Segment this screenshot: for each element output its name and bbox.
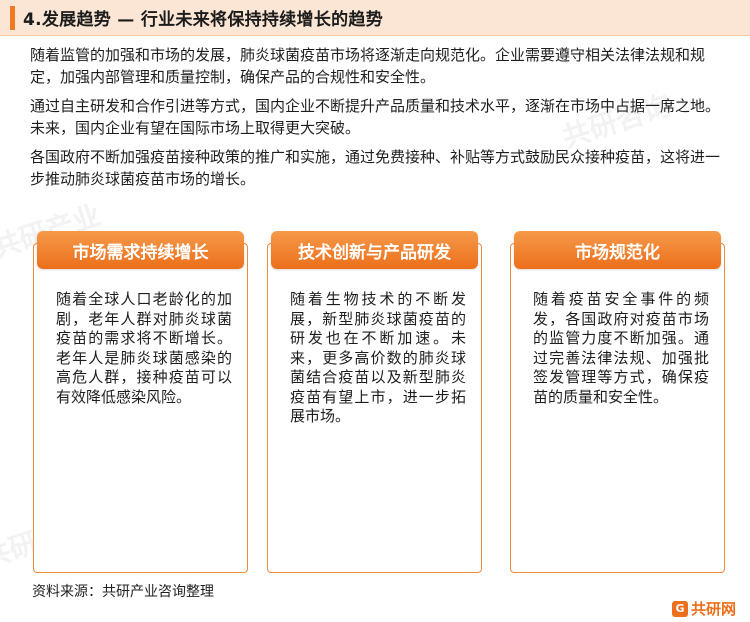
intro-paragraph: 通过自主研发和合作引进等方式，国内企业不断提升产品质量和技术水平，逐渐在市场中占… bbox=[30, 97, 721, 137]
section-header: 4.发展趋势 — 行业未来将保持持续增长的趋势 bbox=[0, 0, 750, 36]
card-body: 随着疫苗安全事件的频发，各国政府对疫苗市场的监管力度不断加强。通过完善法律法规、… bbox=[533, 290, 709, 406]
brand-logo: G 共研网 bbox=[671, 598, 736, 619]
logo-icon: G bbox=[671, 600, 688, 617]
card-title: 技术创新与产品研发 bbox=[271, 231, 478, 269]
logo-text: 共研网 bbox=[690, 600, 736, 618]
header-accent-bar bbox=[10, 5, 15, 30]
card-body: 随着全球人口老龄化的加剧，老年人群对肺炎球菌疫苗的需求将不断增长。老年人是肺炎球… bbox=[56, 290, 232, 406]
card-body: 随着生物技术的不断发展，新型肺炎球菌疫苗的研发也在不断加速。未来，更多高价数的肺… bbox=[290, 290, 466, 425]
card-title: 市场规范化 bbox=[514, 231, 721, 269]
card-title: 市场需求持续增长 bbox=[37, 231, 244, 269]
intro-paragraph: 随着监管的加强和市场的发展，肺炎球菌疫苗市场将逐渐走向规范化。企业需要遵守相关法… bbox=[30, 46, 706, 86]
trend-card-innovation: 技术创新与产品研发 随着生物技术的不断发展，新型肺炎球菌疫苗的研发也在不断加速。… bbox=[267, 231, 482, 573]
intro-paragraph: 各国政府不断加强疫苗接种政策的推广和实施，通过免费接种、补贴等方式鼓励民众接种疫… bbox=[30, 148, 721, 188]
intro-text: 随着监管的加强和市场的发展，肺炎球菌疫苗市场将逐渐走向规范化。企业需要遵守相关法… bbox=[30, 44, 730, 197]
section-title: 4.发展趋势 — 行业未来将保持持续增长的趋势 bbox=[23, 10, 384, 30]
trend-card-market-demand: 市场需求持续增长 随着全球人口老龄化的加剧，老年人群对肺炎球菌疫苗的需求将不断增… bbox=[33, 231, 248, 573]
trend-card-regulation: 市场规范化 随着疫苗安全事件的频发，各国政府对疫苗市场的监管力度不断加强。通过完… bbox=[510, 231, 725, 573]
source-note: 资料来源：共研产业咨询整理 bbox=[32, 584, 214, 600]
